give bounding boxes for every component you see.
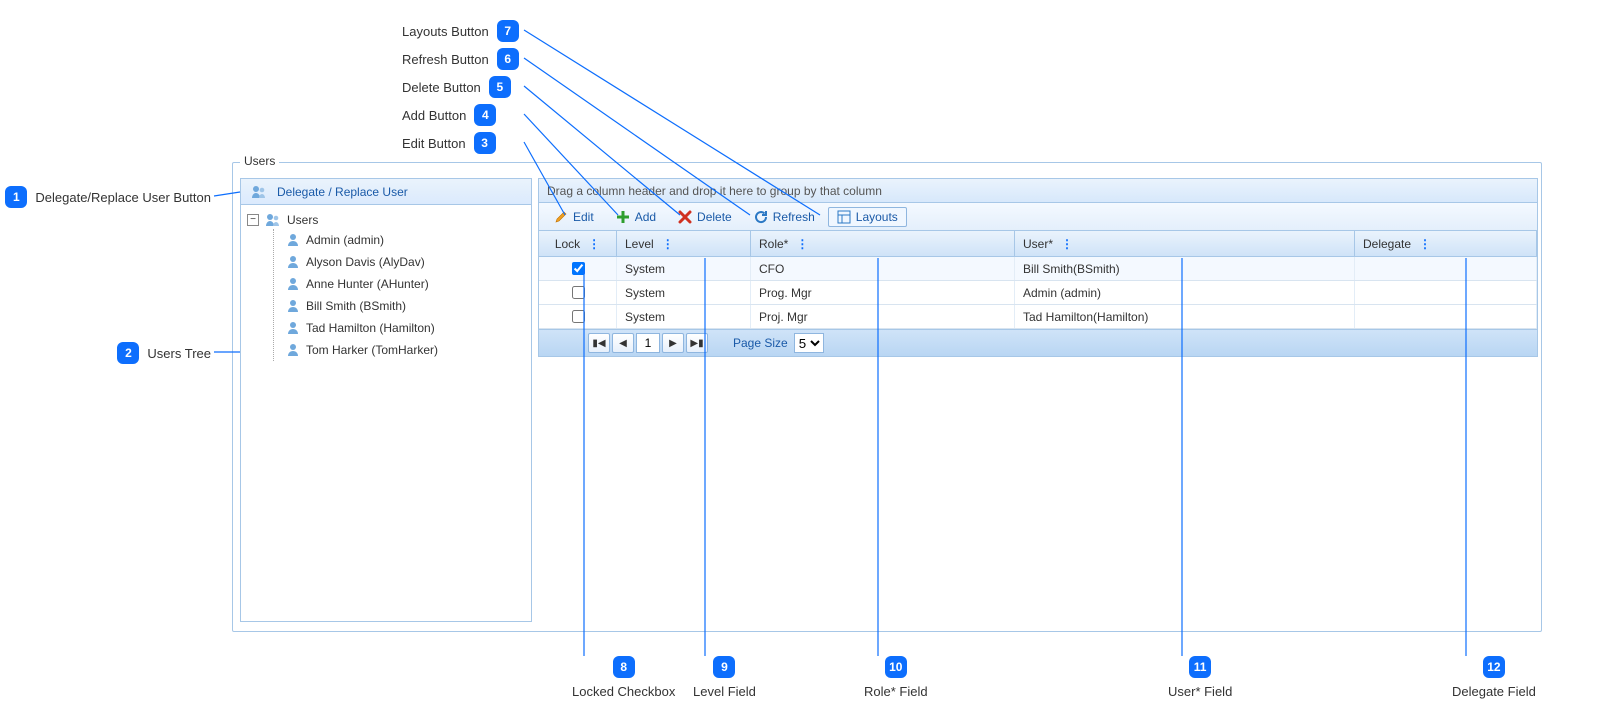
users-tree-root[interactable]: − Users xyxy=(247,211,527,229)
refresh-icon xyxy=(754,210,768,224)
cell-role: Prog. Mgr xyxy=(751,281,1015,304)
pager-first-button[interactable]: ▮◀ xyxy=(588,333,610,353)
roles-grid-panel: Drag a column header and drop it here to… xyxy=(538,178,1538,357)
annotation: 8Locked Checkbox xyxy=(572,656,675,699)
annotation: 11User* Field xyxy=(1168,656,1232,699)
user-icon xyxy=(286,277,300,291)
annotation: 5Delete Button xyxy=(402,76,519,98)
column-menu-icon[interactable]: ⋮ xyxy=(796,237,808,251)
tree-collapse-icon[interactable]: − xyxy=(247,214,259,226)
locked-checkbox[interactable] xyxy=(572,286,585,299)
user-icon xyxy=(286,343,300,357)
tree-item-user[interactable]: Admin (admin) xyxy=(286,229,527,251)
cell-delegate xyxy=(1355,257,1537,280)
tree-item-user[interactable]: Anne Hunter (AHunter) xyxy=(286,273,527,295)
cell-level: System xyxy=(617,257,751,280)
pager-last-button[interactable]: ▶▮ xyxy=(686,333,708,353)
annotation: 6Refresh Button xyxy=(402,48,527,70)
pager-page-input[interactable] xyxy=(636,333,660,353)
cell-user: Bill Smith(BSmith) xyxy=(1015,257,1355,280)
annotation: 10Role* Field xyxy=(864,656,928,699)
tree-item-label: Tom Harker (TomHarker) xyxy=(306,343,438,357)
users-tree-panel: Delegate / Replace User − Users Admin (a… xyxy=(240,178,532,622)
annotation: 9Level Field xyxy=(693,656,756,699)
tree-item-label: Admin (admin) xyxy=(306,233,384,247)
annotation: Users Tree2 xyxy=(109,342,211,364)
add-button[interactable]: Add xyxy=(607,207,665,227)
edit-button[interactable]: Edit xyxy=(545,207,603,227)
annotation: 4Add Button xyxy=(402,104,504,126)
layouts-button[interactable]: Layouts xyxy=(828,207,907,227)
column-header-level[interactable]: Level⋮ xyxy=(617,231,751,256)
layouts-button-label: Layouts xyxy=(856,210,898,224)
cell-level: System xyxy=(617,281,751,304)
grid-toolbar: Edit Add Delete Refresh Layouts xyxy=(539,203,1537,231)
tree-item-user[interactable]: Bill Smith (BSmith) xyxy=(286,295,527,317)
user-icon xyxy=(286,321,300,335)
user-icon xyxy=(286,233,300,247)
group-by-hint[interactable]: Drag a column header and drop it here to… xyxy=(539,179,1537,203)
delegate-replace-user-button[interactable]: Delegate / Replace User xyxy=(241,179,531,205)
delegate-replace-user-label: Delegate / Replace User xyxy=(277,185,408,199)
users-tree-children: Admin (admin) Alyson Davis (AlyDav) Anne… xyxy=(273,229,527,361)
annotation: 12Delegate Field xyxy=(1452,656,1536,699)
pager-prev-button[interactable]: ◀ xyxy=(612,333,634,353)
cell-user: Tad Hamilton(Hamilton) xyxy=(1015,305,1355,328)
plus-icon xyxy=(616,210,630,224)
page-size-label: Page Size xyxy=(733,336,788,350)
tree-item-label: Tad Hamilton (Hamilton) xyxy=(306,321,435,335)
annotation: 3Edit Button xyxy=(402,132,504,154)
cell-role: CFO xyxy=(751,257,1015,280)
cell-level: System xyxy=(617,305,751,328)
locked-checkbox[interactable] xyxy=(572,310,585,323)
refresh-button-label: Refresh xyxy=(773,210,815,224)
tree-item-user[interactable]: Tad Hamilton (Hamilton) xyxy=(286,317,527,339)
pager-bar: ▮◀ ◀ ▶ ▶▮ Page Size 5 xyxy=(539,329,1537,357)
annotation: Delegate/Replace User Button1 xyxy=(0,186,211,208)
edit-button-label: Edit xyxy=(573,210,594,224)
table-row[interactable]: System Prog. Mgr Admin (admin) xyxy=(539,281,1537,305)
delete-button[interactable]: Delete xyxy=(669,207,741,227)
delete-button-label: Delete xyxy=(697,210,732,224)
pager-next-button[interactable]: ▶ xyxy=(662,333,684,353)
column-menu-icon[interactable]: ⋮ xyxy=(1061,237,1073,251)
users-panel-legend: Users xyxy=(240,154,279,168)
locked-checkbox[interactable] xyxy=(572,262,585,275)
column-header-role[interactable]: Role*⋮ xyxy=(751,231,1015,256)
x-icon xyxy=(678,210,692,224)
column-menu-icon[interactable]: ⋮ xyxy=(1419,237,1431,251)
cell-delegate xyxy=(1355,281,1537,304)
table-row[interactable]: System Proj. Mgr Tad Hamilton(Hamilton) xyxy=(539,305,1537,329)
tree-item-user[interactable]: Tom Harker (TomHarker) xyxy=(286,339,527,361)
column-header-user[interactable]: User*⋮ xyxy=(1015,231,1355,256)
user-icon xyxy=(286,255,300,269)
cell-role: Proj. Mgr xyxy=(751,305,1015,328)
table-row[interactable]: System CFO Bill Smith(BSmith) xyxy=(539,257,1537,281)
users-tree-root-label: Users xyxy=(287,213,318,227)
annotation: 7Layouts Button xyxy=(402,20,527,42)
grid-body: System CFO Bill Smith(BSmith) System Pro… xyxy=(539,257,1537,329)
refresh-button[interactable]: Refresh xyxy=(745,207,824,227)
tree-item-label: Anne Hunter (AHunter) xyxy=(306,277,429,291)
column-menu-icon[interactable]: ⋮ xyxy=(662,237,674,251)
tree-item-label: Bill Smith (BSmith) xyxy=(306,299,406,313)
users-tree: − Users Admin (admin) Alyson Davis (AlyD… xyxy=(241,205,531,367)
delegate-user-icon xyxy=(251,185,267,199)
tree-item-label: Alyson Davis (AlyDav) xyxy=(306,255,425,269)
column-header-delegate[interactable]: Delegate⋮ xyxy=(1355,231,1537,256)
column-header-lock[interactable]: Lock⋮ xyxy=(539,231,617,256)
cell-delegate xyxy=(1355,305,1537,328)
layouts-icon xyxy=(837,210,851,224)
column-menu-icon[interactable]: ⋮ xyxy=(588,237,600,251)
add-button-label: Add xyxy=(635,210,656,224)
cell-user: Admin (admin) xyxy=(1015,281,1355,304)
pencil-icon xyxy=(554,210,568,224)
page-size-select[interactable]: 5 xyxy=(794,333,824,353)
user-icon xyxy=(286,299,300,313)
users-group-icon xyxy=(265,213,281,227)
tree-item-user[interactable]: Alyson Davis (AlyDav) xyxy=(286,251,527,273)
grid-header-row: Lock⋮ Level⋮ Role*⋮ User*⋮ Delegate⋮ xyxy=(539,231,1537,257)
